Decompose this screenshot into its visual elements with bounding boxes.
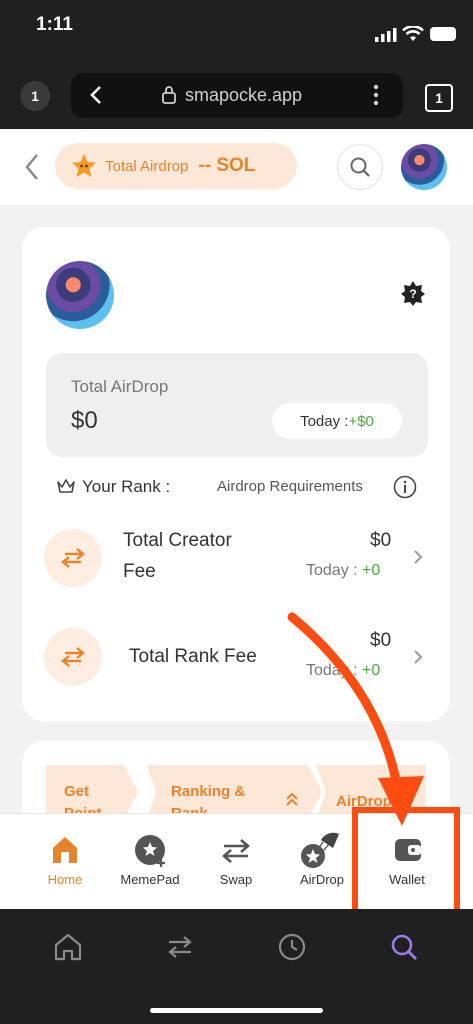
browser-switch-icon[interactable] [166, 933, 194, 961]
home-indicator[interactable] [150, 1008, 323, 1013]
browser-home-icon[interactable] [54, 933, 82, 961]
browser-search-icon[interactable] [390, 933, 418, 961]
annotation-overlay [287, 612, 460, 917]
browser-bottom-nav [0, 909, 473, 1024]
history-icon[interactable] [278, 933, 306, 961]
